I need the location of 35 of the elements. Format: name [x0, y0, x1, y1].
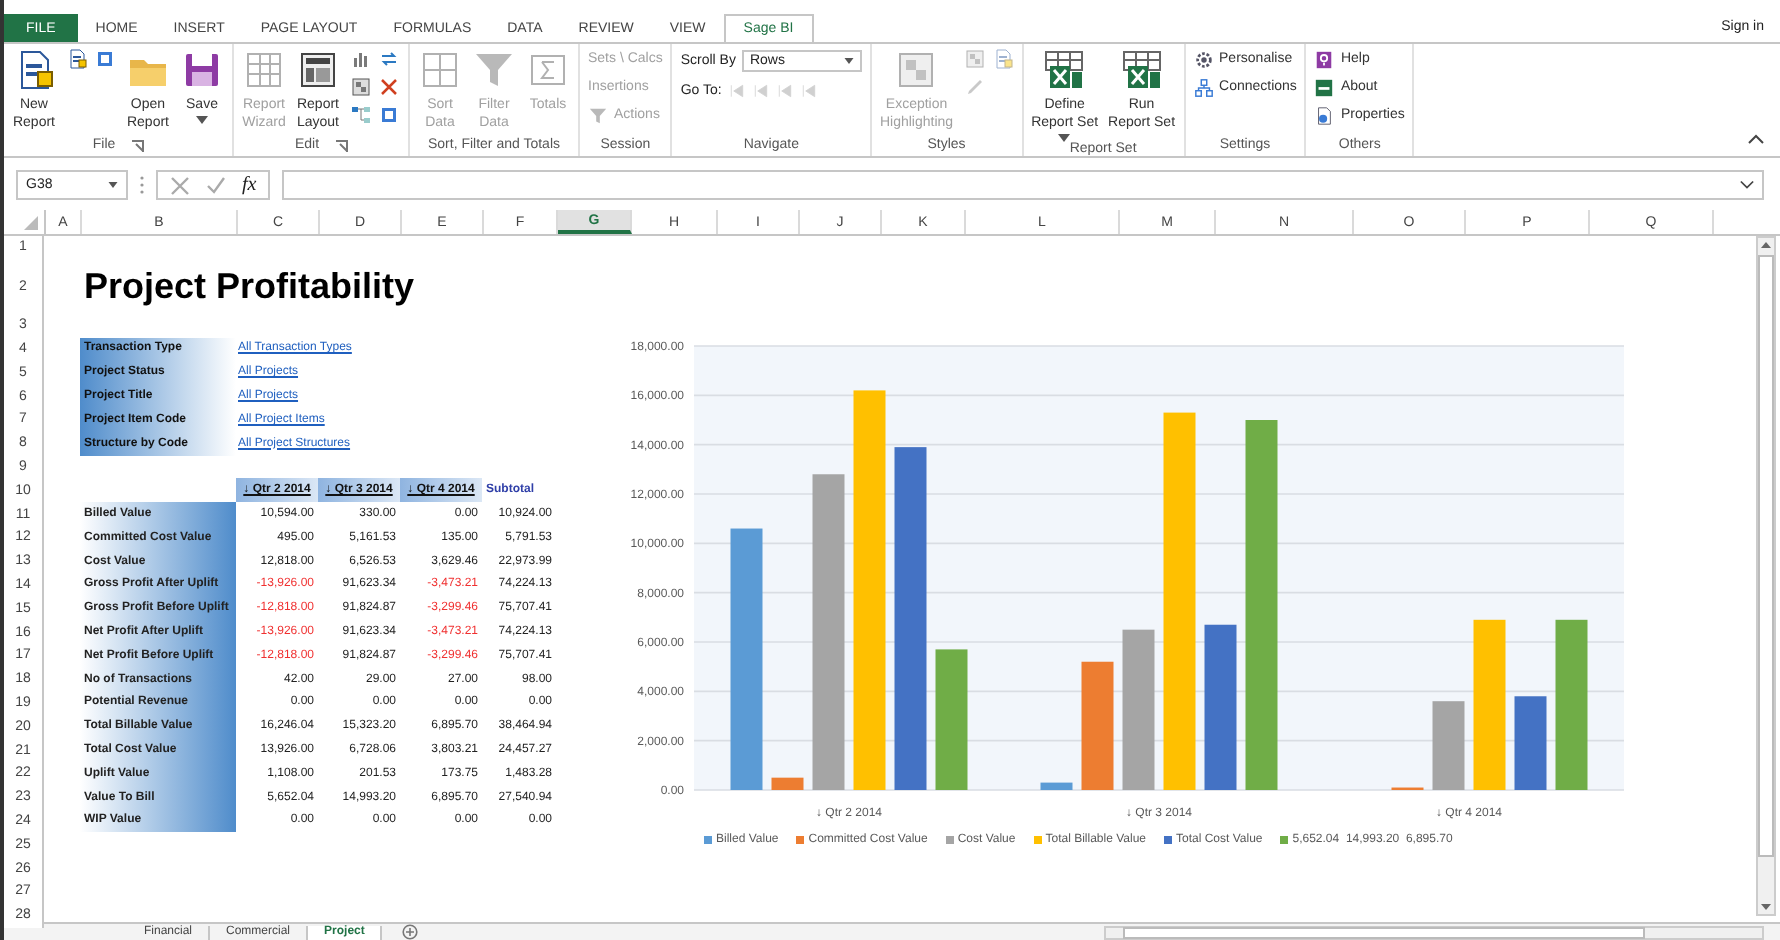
tree-icon[interactable]: [350, 104, 372, 126]
grid-icon: [894, 48, 939, 92]
document-icon[interactable]: [66, 48, 88, 70]
layout-icon: [296, 48, 340, 92]
report-title: Project Profitability: [82, 265, 417, 308]
chevron-icon[interactable]: [1740, 180, 1754, 190]
cancel-icon[interactable]: [170, 175, 190, 195]
scrollbar[interactable]: [1756, 236, 1776, 916]
square-icon[interactable]: [378, 104, 400, 126]
add-sheet-icon[interactable]: [402, 924, 419, 940]
formula-input[interactable]: [282, 170, 1764, 200]
bar-chart-icon[interactable]: [350, 48, 372, 70]
insert-function-button[interactable]: fx: [242, 174, 257, 196]
bar: [935, 649, 968, 790]
arrows-icon[interactable]: [378, 48, 400, 70]
caret-icon: [843, 58, 854, 64]
spreadsheet-icon: [1119, 48, 1164, 92]
funnel-icon: [472, 48, 516, 92]
cross-icon[interactable]: [378, 76, 400, 98]
caret-icon: [108, 182, 118, 188]
check-icon[interactable]: [206, 175, 226, 195]
bar: [1081, 661, 1114, 790]
bar: [1514, 696, 1547, 790]
table-icon: [242, 48, 286, 92]
bar: [1040, 782, 1073, 790]
spreadsheet-icon: [1042, 48, 1087, 92]
grid-icon: [418, 48, 462, 92]
grid-icon[interactable]: [350, 76, 372, 98]
bar: [1432, 701, 1465, 790]
scrollbar[interactable]: [1104, 926, 1764, 940]
collapse-icon[interactable]: [1748, 134, 1764, 144]
save-icon: [180, 48, 224, 92]
launcher-icon[interactable]: [335, 139, 348, 151]
launcher-icon[interactable]: [131, 139, 144, 151]
square-icon[interactable]: [94, 48, 116, 70]
